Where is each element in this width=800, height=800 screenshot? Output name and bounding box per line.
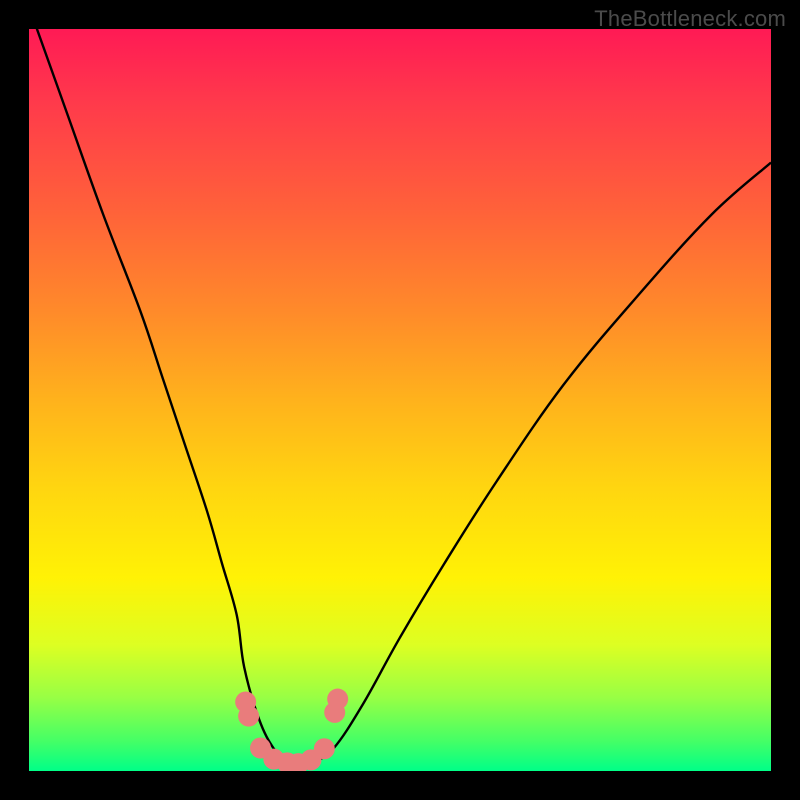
curve-layer <box>29 29 771 771</box>
marker-group <box>235 689 348 771</box>
marker-dot <box>327 689 348 710</box>
bottleneck-curve <box>29 29 771 767</box>
plot-area <box>29 29 771 771</box>
marker-dot <box>314 738 335 759</box>
outer-frame: TheBottleneck.com <box>0 0 800 800</box>
curve-path <box>29 29 771 767</box>
watermark-text: TheBottleneck.com <box>594 6 786 32</box>
marker-dot <box>238 706 259 727</box>
